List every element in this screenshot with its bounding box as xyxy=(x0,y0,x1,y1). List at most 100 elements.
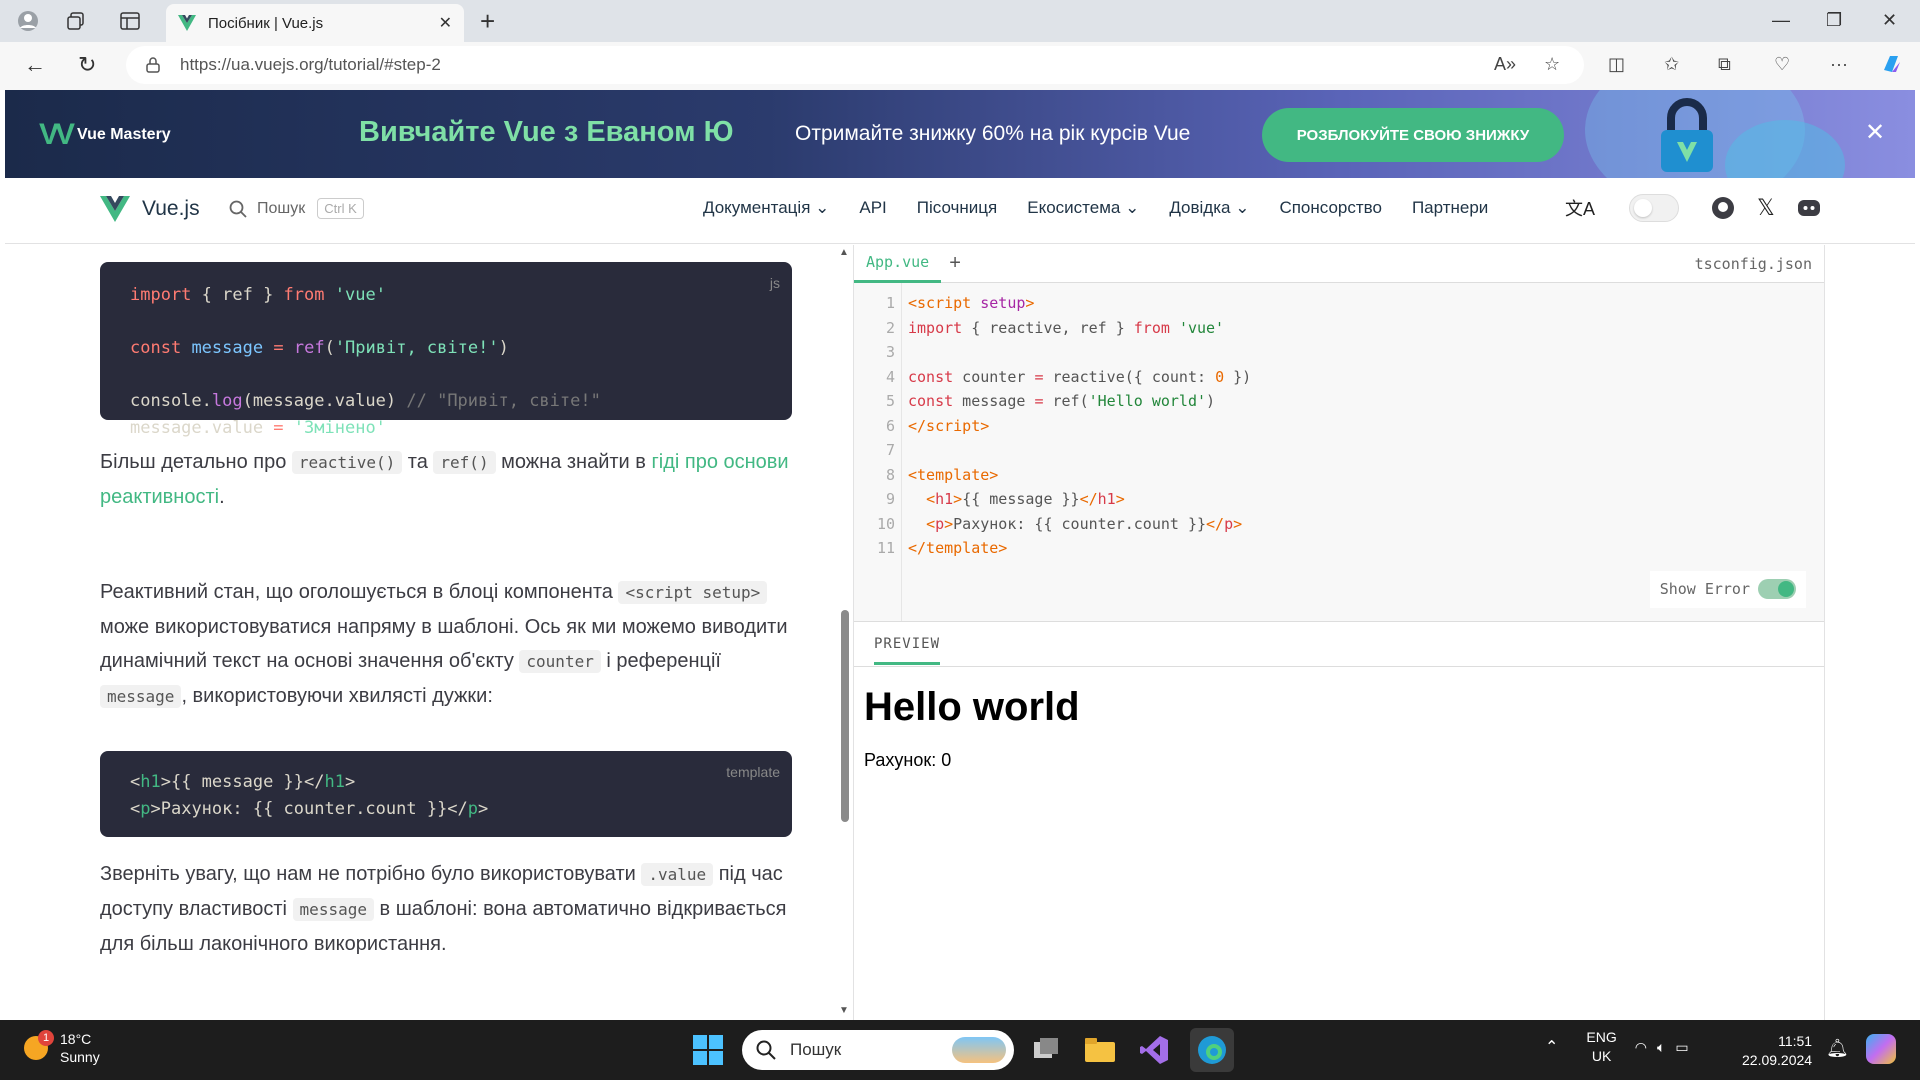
search-icon xyxy=(229,200,247,218)
weather-widget[interactable]: 1 18°C Sunny xyxy=(24,1030,100,1066)
preview-tab-bar: PREVIEW xyxy=(854,621,1824,667)
weather-badge: 1 xyxy=(38,1030,54,1046)
code-block-template: template <h1>{{ message }}</h1> <p>Рахуно… xyxy=(100,751,792,837)
github-icon[interactable] xyxy=(1711,196,1735,220)
taskbar-search-label: Пошук xyxy=(790,1040,842,1059)
search-button[interactable]: Пошук Ctrl K xyxy=(229,198,364,219)
url-field[interactable]: https://ua.vuejs.org/tutorial/#step-2 xyxy=(126,46,1584,84)
unlock-discount-button[interactable]: РОЗБЛОКУЙТЕ СВОЮ ЗНИЖКУ xyxy=(1262,108,1564,162)
code-area[interactable]: 1 2 3 4 5 6 7 8 9 10 11 <script setup> import { re… xyxy=(854,283,1824,621)
read-aloud-icon[interactable]: A» xyxy=(1494,54,1516,75)
discord-icon[interactable] xyxy=(1797,198,1821,218)
collections-icon[interactable]: ⧉ xyxy=(1718,54,1731,75)
browser-title-bar: Посібник | Vue.js ✕ + — ❐ ✕ xyxy=(0,0,1920,42)
inline-code: message xyxy=(100,685,182,708)
minimize-icon[interactable]: — xyxy=(1772,10,1790,31)
file-explorer-icon[interactable] xyxy=(1082,1032,1118,1068)
line-gutter: 1 2 3 4 5 6 7 8 9 10 11 xyxy=(854,283,902,621)
more-icon[interactable]: ··· xyxy=(1830,54,1848,75)
copilot-icon[interactable] xyxy=(1880,52,1904,81)
notifications-icon[interactable]: 🔔︎ xyxy=(1826,1038,1849,1059)
vue-brand-link[interactable]: Vue.js xyxy=(100,196,200,222)
tab-app-vue[interactable]: App.vue xyxy=(854,245,942,283)
nav-link-playground[interactable]: Пісочниця xyxy=(917,198,997,218)
search-icon xyxy=(756,1040,776,1060)
scroll-up-icon[interactable]: ▲ xyxy=(839,247,849,258)
nav-link-ecosystem[interactable]: Екосистема ⌄ xyxy=(1027,198,1139,218)
inline-code: .value xyxy=(641,863,714,886)
refresh-icon[interactable]: ↻ xyxy=(78,52,96,78)
search-highlight-image xyxy=(952,1037,1006,1063)
language-indicator[interactable]: ENG UK xyxy=(1586,1028,1616,1066)
code-block-js: js import { ref } from 'vue' const messag… xyxy=(100,262,792,438)
task-view-icon[interactable] xyxy=(1028,1032,1064,1068)
nav-link-sponsor[interactable]: Спонсорство xyxy=(1279,198,1382,218)
clock[interactable]: 11:51 22.09.2024 xyxy=(1742,1032,1812,1070)
banner-close-icon[interactable]: ✕ xyxy=(1865,118,1885,147)
tab-close-icon[interactable]: ✕ xyxy=(439,13,452,33)
scrollbar-thumb[interactable] xyxy=(841,610,849,822)
nav-link-about[interactable]: Довідка ⌄ xyxy=(1169,198,1249,218)
banner-subtext: Отримайте знижку 60% на рік курсів Vue xyxy=(795,122,1191,145)
vertical-tabs-icon[interactable] xyxy=(118,10,142,32)
nav-link-partners[interactable]: Партнери xyxy=(1412,198,1488,218)
tab-tsconfig[interactable]: tsconfig.json xyxy=(1695,255,1812,273)
banner-headline: Вивчайте Vue з Еваном Ю xyxy=(359,116,734,148)
windows-taskbar: 1 18°C Sunny Пошук ⌃ ENG UK ◠ 🔈︎ ▭ 11:51 22… xyxy=(0,1020,1920,1080)
vue-mastery-logo: VV Vue Mastery xyxy=(39,118,171,152)
favorites-icon[interactable]: ✩ xyxy=(1664,54,1679,75)
browser-tab-active[interactable]: Посібник | Vue.js ✕ xyxy=(166,4,464,42)
volume-icon[interactable]: 🔈︎ xyxy=(1657,1039,1665,1056)
inline-code: <script setup> xyxy=(618,581,768,604)
window-close-icon[interactable]: ✕ xyxy=(1882,10,1897,31)
code-lang-label: template xyxy=(726,764,780,780)
sun-icon: 1 xyxy=(24,1030,54,1060)
start-windows-icon[interactable] xyxy=(690,1032,726,1068)
nav-icons: 文A 𝕏 xyxy=(1565,194,1821,222)
theme-toggle[interactable] xyxy=(1629,194,1680,222)
paragraph-script-setup: Реактивний стан, що оголошується в блоці… xyxy=(100,581,788,708)
nav-link-docs[interactable]: Документація ⌄ xyxy=(703,198,829,218)
favorite-star-icon[interactable]: ☆ xyxy=(1544,54,1560,75)
address-bar-row: ← ↻ https://ua.vuejs.org/tutorial/#step-… xyxy=(0,42,1920,90)
edge-browser-icon[interactable] xyxy=(1190,1028,1234,1072)
system-tray: ⌃ ENG UK ◠ 🔈︎ ▭ xyxy=(1545,1028,1689,1066)
add-file-icon[interactable]: + xyxy=(949,252,961,275)
lock-icon[interactable] xyxy=(146,57,160,73)
inline-code: ref() xyxy=(433,451,496,474)
nav-link-api[interactable]: API xyxy=(859,198,886,218)
tray-expand-icon[interactable]: ⌃ xyxy=(1545,1037,1558,1057)
promo-banner[interactable]: VV Vue Mastery Вивчайте Vue з Еваном Ю О… xyxy=(5,90,1915,178)
new-tab-icon[interactable]: + xyxy=(480,6,495,37)
vue-logo-icon xyxy=(100,196,130,222)
search-label: Пошук xyxy=(257,199,306,217)
vue-mastery-logo-mark: VV xyxy=(39,118,75,151)
site-navbar: Vue.js Пошук Ctrl K Документація ⌄ API П… xyxy=(5,178,1915,244)
preview-heading: Hello world xyxy=(864,685,1080,729)
wifi-icon[interactable]: ◠ xyxy=(1635,1039,1647,1056)
browser-essentials-icon[interactable]: ♡ xyxy=(1774,54,1790,75)
copilot-taskbar-icon[interactable] xyxy=(1866,1034,1896,1064)
taskbar-search[interactable]: Пошук xyxy=(742,1030,1014,1070)
code-editor-panel: App.vue + tsconfig.json 1 2 3 4 5 6 7 8 9 10 11 <s… xyxy=(853,245,1825,1020)
x-twitter-icon[interactable]: 𝕏 xyxy=(1757,195,1775,221)
show-error-switch[interactable] xyxy=(1758,579,1796,600)
split-screen-icon[interactable]: ◫ xyxy=(1608,54,1625,75)
preview-pane: Hello world Рахунок: 0 xyxy=(854,667,1824,789)
inline-code: message xyxy=(292,898,374,921)
translate-icon[interactable]: 文A xyxy=(1565,195,1595,221)
code-lines: <script setup> import { reactive, ref } … xyxy=(908,294,1252,557)
battery-icon[interactable]: ▭ xyxy=(1675,1039,1688,1056)
article-scrollbar[interactable]: ▲ ▼ xyxy=(835,245,855,1020)
workspaces-icon[interactable] xyxy=(64,10,88,32)
visual-studio-icon[interactable] xyxy=(1136,1032,1172,1068)
show-error-toggle[interactable]: Show Error xyxy=(1649,571,1806,608)
inline-code: reactive() xyxy=(291,451,403,474)
vue-brand-text: Vue.js xyxy=(142,197,200,220)
scroll-down-icon[interactable]: ▼ xyxy=(839,1005,849,1016)
url-text: https://ua.vuejs.org/tutorial/#step-2 xyxy=(180,55,441,74)
tab-preview[interactable]: PREVIEW xyxy=(874,636,941,665)
maximize-icon[interactable]: ❐ xyxy=(1826,10,1842,31)
back-icon[interactable]: ← xyxy=(24,52,46,78)
profile-icon[interactable] xyxy=(16,10,40,32)
